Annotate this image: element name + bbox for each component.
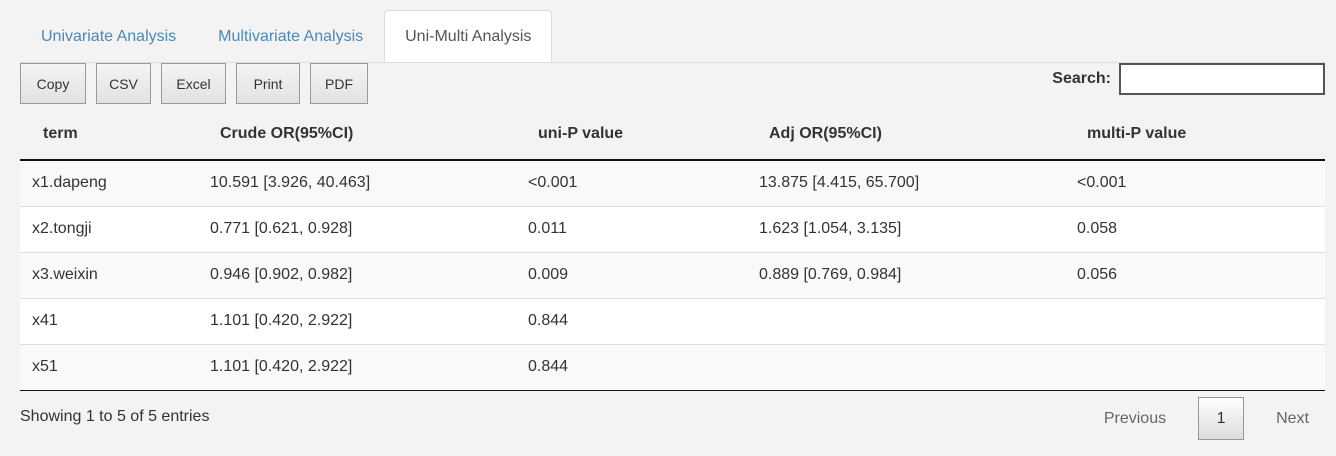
table-cell: x2.tongji: [20, 205, 210, 252]
table-cell: 1.623 [1.054, 3.135]: [759, 205, 1077, 252]
table-cell: [1077, 343, 1325, 391]
pagination: Previous 1 Next: [1088, 397, 1325, 440]
copy-button[interactable]: Copy: [20, 63, 86, 104]
table-info: Showing 1 to 5 of 5 entries: [20, 408, 210, 425]
table-cell: [1077, 297, 1325, 344]
table-cell: 1.101 [0.420, 2.922]: [210, 343, 528, 391]
excel-button[interactable]: Excel: [161, 63, 226, 104]
tab-uni-multi-analysis[interactable]: Uni-Multi Analysis: [384, 10, 553, 63]
table-cell: 0.844: [528, 343, 759, 391]
results-table: term Crude OR(95%CI) uni-P value Adj OR(…: [20, 109, 1325, 391]
table-cell: <0.001: [1077, 160, 1325, 206]
table-cell: 0.771 [0.621, 0.928]: [210, 205, 528, 252]
column-header-term[interactable]: term: [20, 109, 210, 161]
table-row: x51 1.101 [0.420, 2.922] 0.844: [20, 343, 1325, 391]
table-cell: x3.weixin: [20, 251, 210, 298]
tab-univariate-analysis[interactable]: Univariate Analysis: [20, 10, 197, 62]
page-1-button[interactable]: 1: [1198, 397, 1245, 440]
column-header-multi-p-value[interactable]: multi-P value: [1077, 109, 1325, 161]
search-input[interactable]: [1119, 63, 1325, 95]
table-row: x1.dapeng 10.591 [3.926, 40.463] <0.001 …: [20, 160, 1325, 206]
table-cell: 0.058: [1077, 205, 1325, 252]
table-cell: 0.889 [0.769, 0.984]: [759, 251, 1077, 298]
table-cell: [759, 343, 1077, 391]
next-page-button[interactable]: Next: [1260, 410, 1325, 428]
table-cell: 13.875 [4.415, 65.700]: [759, 160, 1077, 206]
table-cell: 0.844: [528, 297, 759, 344]
table-cell: x41: [20, 297, 210, 344]
table-cell: x51: [20, 343, 210, 391]
table-cell: <0.001: [528, 160, 759, 206]
column-header-adj-or[interactable]: Adj OR(95%CI): [759, 109, 1077, 161]
table-cell: x1.dapeng: [20, 160, 210, 206]
table-cell: 0.946 [0.902, 0.982]: [210, 251, 528, 298]
table-cell: 10.591 [3.926, 40.463]: [210, 160, 528, 206]
print-button[interactable]: Print: [236, 63, 300, 104]
tab-bar: Univariate Analysis Multivariate Analysi…: [20, 10, 1336, 63]
tab-multivariate-analysis[interactable]: Multivariate Analysis: [197, 10, 384, 62]
table-header-row: term Crude OR(95%CI) uni-P value Adj OR(…: [20, 109, 1325, 161]
table-row: x3.weixin 0.946 [0.902, 0.982] 0.009 0.8…: [20, 251, 1325, 298]
export-buttons: Copy CSV Excel Print PDF: [20, 63, 378, 104]
search-label: Search:: [1052, 70, 1111, 87]
table-cell: 0.009: [528, 251, 759, 298]
table-row: x41 1.101 [0.420, 2.922] 0.844: [20, 297, 1325, 344]
table-cell: 0.056: [1077, 251, 1325, 298]
pdf-button[interactable]: PDF: [310, 63, 368, 104]
column-header-uni-p-value[interactable]: uni-P value: [528, 109, 759, 161]
table-row: x2.tongji 0.771 [0.621, 0.928] 0.011 1.6…: [20, 205, 1325, 252]
table-cell: 0.011: [528, 205, 759, 252]
table-cell: [759, 297, 1077, 344]
search-box: Search:: [1052, 63, 1325, 95]
previous-page-button[interactable]: Previous: [1088, 410, 1182, 428]
column-header-crude-or[interactable]: Crude OR(95%CI): [210, 109, 528, 161]
table-cell: 1.101 [0.420, 2.922]: [210, 297, 528, 344]
csv-button[interactable]: CSV: [96, 63, 151, 104]
